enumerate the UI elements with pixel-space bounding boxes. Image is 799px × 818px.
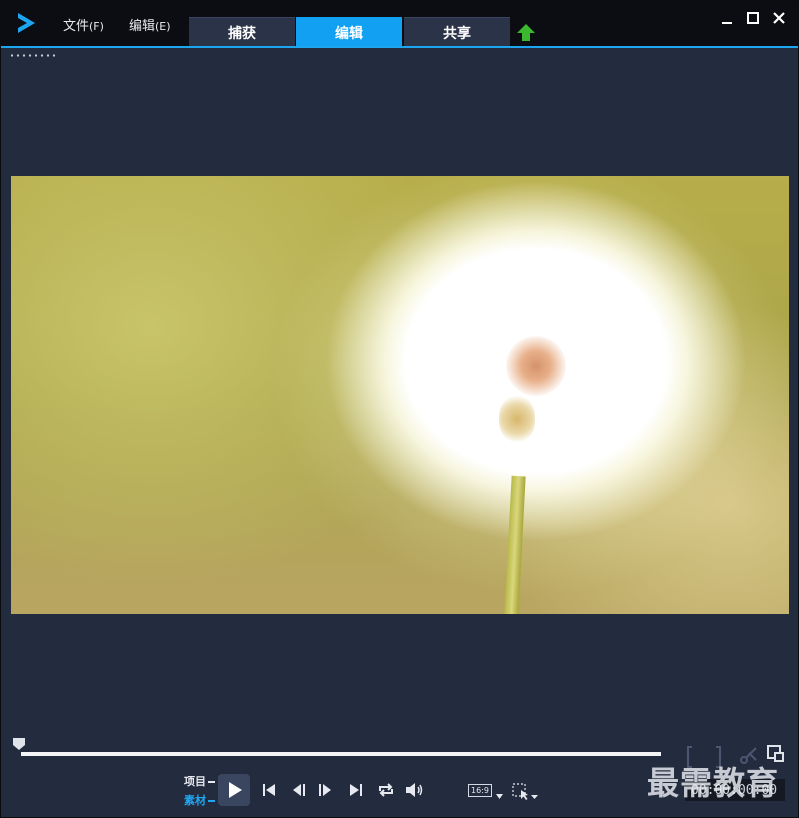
maximize-icon[interactable] bbox=[745, 10, 761, 26]
menu-file-key: (F) bbox=[89, 20, 104, 33]
watermark-text: 最需教育 bbox=[647, 764, 780, 802]
app-window: 文件(F) 编辑(E) 捕获 编辑 共享 项目 素材 16:9 00:00:00… bbox=[0, 0, 799, 818]
tab-edit[interactable]: 编辑 bbox=[296, 17, 402, 47]
tab-share-label: 共享 bbox=[443, 25, 471, 42]
dandelion-seedpod bbox=[499, 396, 535, 442]
upload-arrow-icon[interactable] bbox=[516, 23, 536, 43]
aspect-ratio-button[interactable]: 16:9 bbox=[468, 784, 492, 797]
mode-clip-label: 素材 bbox=[184, 794, 206, 807]
tab-capture[interactable]: 捕获 bbox=[189, 17, 295, 47]
menu-edit-key: (E) bbox=[155, 20, 171, 33]
next-frame-icon[interactable] bbox=[316, 782, 334, 798]
tab-capture-label: 捕获 bbox=[228, 25, 256, 42]
mode-project-label: 项目 bbox=[184, 775, 206, 788]
scrubber-handle[interactable] bbox=[12, 737, 26, 751]
minimize-icon[interactable] bbox=[719, 10, 735, 26]
volume-icon[interactable] bbox=[404, 782, 424, 798]
panel-grip-handle[interactable] bbox=[9, 54, 55, 57]
dandelion-core bbox=[506, 336, 566, 396]
change-area-icon[interactable] bbox=[512, 783, 540, 801]
mode-project[interactable]: 项目 bbox=[184, 773, 215, 789]
play-button[interactable] bbox=[218, 774, 250, 806]
title-bar: 文件(F) 编辑(E) 捕获 编辑 共享 bbox=[1, 1, 798, 48]
repeat-icon[interactable] bbox=[376, 782, 396, 798]
go-to-start-icon[interactable] bbox=[260, 782, 278, 798]
menu-file-label: 文件 bbox=[63, 19, 90, 34]
app-logo-icon bbox=[18, 13, 35, 33]
scrubber-track[interactable] bbox=[21, 752, 661, 756]
previous-frame-icon[interactable] bbox=[290, 782, 308, 798]
title-accent-line bbox=[1, 46, 798, 48]
menu-edit-label: 编辑 bbox=[129, 19, 156, 34]
tab-share[interactable]: 共享 bbox=[404, 17, 510, 47]
tab-edit-label: 编辑 bbox=[335, 25, 363, 42]
go-to-end-icon[interactable] bbox=[347, 782, 365, 798]
mode-clip[interactable]: 素材 bbox=[184, 792, 215, 808]
close-icon[interactable] bbox=[771, 10, 787, 26]
menu-edit[interactable]: 编辑(E) bbox=[129, 15, 171, 34]
aspect-ratio-label: 16:9 bbox=[471, 786, 489, 795]
preview-video-frame bbox=[11, 176, 789, 614]
dandelion-stem bbox=[504, 475, 526, 614]
play-icon bbox=[229, 782, 242, 798]
menu-file[interactable]: 文件(F) bbox=[63, 15, 104, 34]
aspect-ratio-dropdown-icon[interactable] bbox=[496, 794, 503, 799]
